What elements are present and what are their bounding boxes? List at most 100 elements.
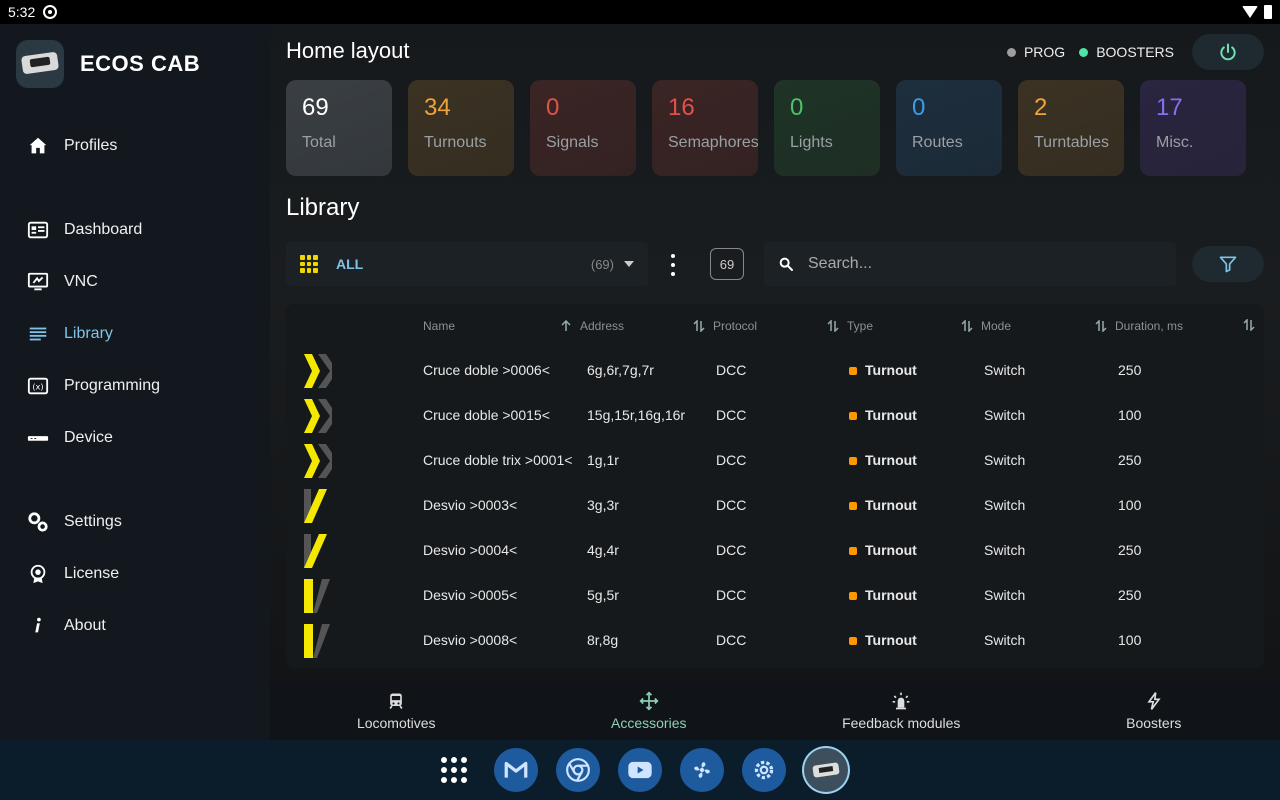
tab-accessories[interactable]: Accessories	[523, 682, 776, 740]
table-row[interactable]: Desvio >0004< 4g,4r DCC Switch 250 Turnout	[286, 528, 1264, 573]
more-options-icon[interactable]	[668, 254, 678, 276]
stat-label: Signals	[546, 134, 599, 151]
type-indicator	[849, 547, 857, 556]
home-icon	[26, 134, 50, 158]
tab-label: Feedback modules	[842, 715, 961, 731]
cell-mode: Switch	[984, 497, 1026, 513]
stat-card-signals[interactable]: 0 Signals	[530, 80, 636, 176]
table-row[interactable]: Cruce doble >0015< 15g,15r,16g,16r DCC Swit…	[286, 393, 1264, 438]
youtube-icon[interactable]	[618, 748, 662, 792]
stat-card-semaphores[interactable]: 16 Semaphores	[652, 80, 758, 176]
cell-duration: 100	[1118, 497, 1142, 513]
column-header-address[interactable]: Address	[560, 319, 624, 333]
table-row[interactable]: Desvio >0003< 3g,3r DCC Switch 100 Turnout	[286, 483, 1264, 528]
svg-text:(x): (x)	[32, 382, 43, 392]
gmail-icon[interactable]	[494, 748, 538, 792]
cell-duration: 100	[1118, 632, 1142, 648]
stat-card-misc[interactable]: 17 Misc.	[1140, 80, 1246, 176]
tab-boosters[interactable]: Boosters	[1028, 682, 1280, 740]
cell-address: 1g,1r	[587, 452, 619, 468]
sidebar-item-dashboard[interactable]: Dashboard	[0, 208, 270, 252]
sidebar-item-about[interactable]: About	[0, 604, 270, 648]
cell-mode: Switch	[984, 452, 1026, 468]
stat-card-total[interactable]: 69 Total	[286, 80, 392, 176]
tab-feedback-modules[interactable]: Feedback modules	[775, 682, 1028, 740]
table-row[interactable]: Desvio >0005< 5g,5r DCC Switch 250 Turnout	[286, 573, 1264, 618]
category-filter-dropdown[interactable]: ALL (69)	[286, 242, 648, 286]
sidebar-item-label: Profiles	[64, 137, 118, 154]
cell-mode: Switch	[984, 632, 1026, 648]
type-label: Turnout	[865, 407, 917, 423]
power-button[interactable]	[1192, 34, 1264, 70]
chrome-icon[interactable]	[556, 748, 600, 792]
column-header-name[interactable]: Name	[423, 319, 455, 333]
cell-type: Turnout	[849, 542, 917, 558]
feedback-icon	[892, 692, 910, 710]
sidebar-item-profiles[interactable]: Profiles	[0, 124, 270, 168]
cell-type: Turnout	[849, 587, 917, 603]
stat-label: Semaphores	[668, 134, 758, 151]
vnc-icon	[26, 270, 50, 294]
column-sort-toggle[interactable]	[1243, 319, 1255, 331]
prog-status[interactable]: PROG	[1006, 44, 1065, 60]
sidebar-item-settings[interactable]: Settings	[0, 500, 270, 544]
device-icon	[26, 426, 50, 450]
type-label: Turnout	[865, 362, 917, 378]
type-indicator	[849, 592, 857, 601]
sidebar-item-label: Device	[64, 429, 113, 446]
search-input[interactable]	[808, 255, 1148, 273]
column-header-mode[interactable]: Mode	[961, 319, 1011, 333]
table-row[interactable]: Cruce doble trix >0001< 1g,1r DCC Switch 250…	[286, 438, 1264, 483]
sidebar-item-license[interactable]: License	[0, 552, 270, 596]
sidebar-item-label: Library	[64, 325, 113, 342]
cell-duration: 250	[1118, 362, 1142, 378]
grid-icon	[300, 255, 318, 273]
type-label: Turnout	[865, 497, 917, 513]
column-header-type[interactable]: Type	[827, 319, 873, 333]
sidebar-item-device[interactable]: Device	[0, 416, 270, 460]
stat-card-lights[interactable]: 0 Lights	[774, 80, 880, 176]
ecos-cab-app-icon[interactable]	[804, 748, 848, 792]
filter-icon	[1219, 256, 1237, 273]
sidebar-item-library[interactable]: Library	[0, 312, 270, 356]
cell-duration: 250	[1118, 452, 1142, 468]
stat-value: 69	[302, 94, 329, 121]
library-icon	[26, 322, 50, 346]
boosters-label: BOOSTERS	[1096, 44, 1174, 60]
search-field[interactable]	[764, 242, 1176, 286]
stat-card-turntables[interactable]: 2 Turntables	[1018, 80, 1124, 176]
stat-label: Misc.	[1156, 134, 1194, 151]
sort-icon	[693, 320, 705, 332]
boosters-status[interactable]: BOOSTERS	[1079, 44, 1174, 60]
train-icon	[389, 693, 403, 709]
filter-button[interactable]	[1192, 246, 1264, 282]
fan-app-icon[interactable]	[680, 748, 724, 792]
sidebar-item-vnc[interactable]: VNC	[0, 260, 270, 304]
column-label: Duration, ms	[1115, 319, 1184, 333]
app-drawer-icon[interactable]	[432, 748, 476, 792]
cell-protocol: DCC	[716, 407, 747, 423]
settings-app-icon[interactable]	[742, 748, 786, 792]
type-indicator	[849, 457, 857, 466]
sidebar-item-programming[interactable]: (x) Programming	[0, 364, 270, 408]
column-header-duration[interactable]: Duration, ms	[1095, 319, 1183, 333]
table-row[interactable]: Desvio >0008< 8r,8g DCC Switch 100 Turnout	[286, 618, 1264, 663]
stat-card-turnouts[interactable]: 34 Turnouts	[408, 80, 514, 176]
tab-label: Accessories	[611, 715, 687, 731]
cell-address: 6g,6r,7g,7r	[587, 362, 654, 378]
table-row[interactable]: Cruce doble >0006< 6g,6r,7g,7r DCC Switch 25…	[286, 348, 1264, 393]
cell-type: Turnout	[849, 362, 917, 378]
about-icon	[26, 614, 50, 638]
stat-card-routes[interactable]: 0 Routes	[896, 80, 1002, 176]
system-dock	[0, 740, 1280, 800]
diverging-turnout-icon	[302, 487, 332, 525]
sidebar-item-label: Programming	[64, 377, 161, 394]
cell-address: 15g,15r,16g,16r	[587, 407, 686, 423]
clock: 5:32	[8, 4, 36, 20]
column-header-protocol[interactable]: Protocol	[693, 319, 757, 333]
sort-up-icon	[561, 320, 571, 331]
type-indicator	[849, 367, 857, 376]
type-indicator	[849, 412, 857, 421]
license-icon	[26, 562, 50, 586]
tab-locomotives[interactable]: Locomotives	[270, 682, 523, 740]
